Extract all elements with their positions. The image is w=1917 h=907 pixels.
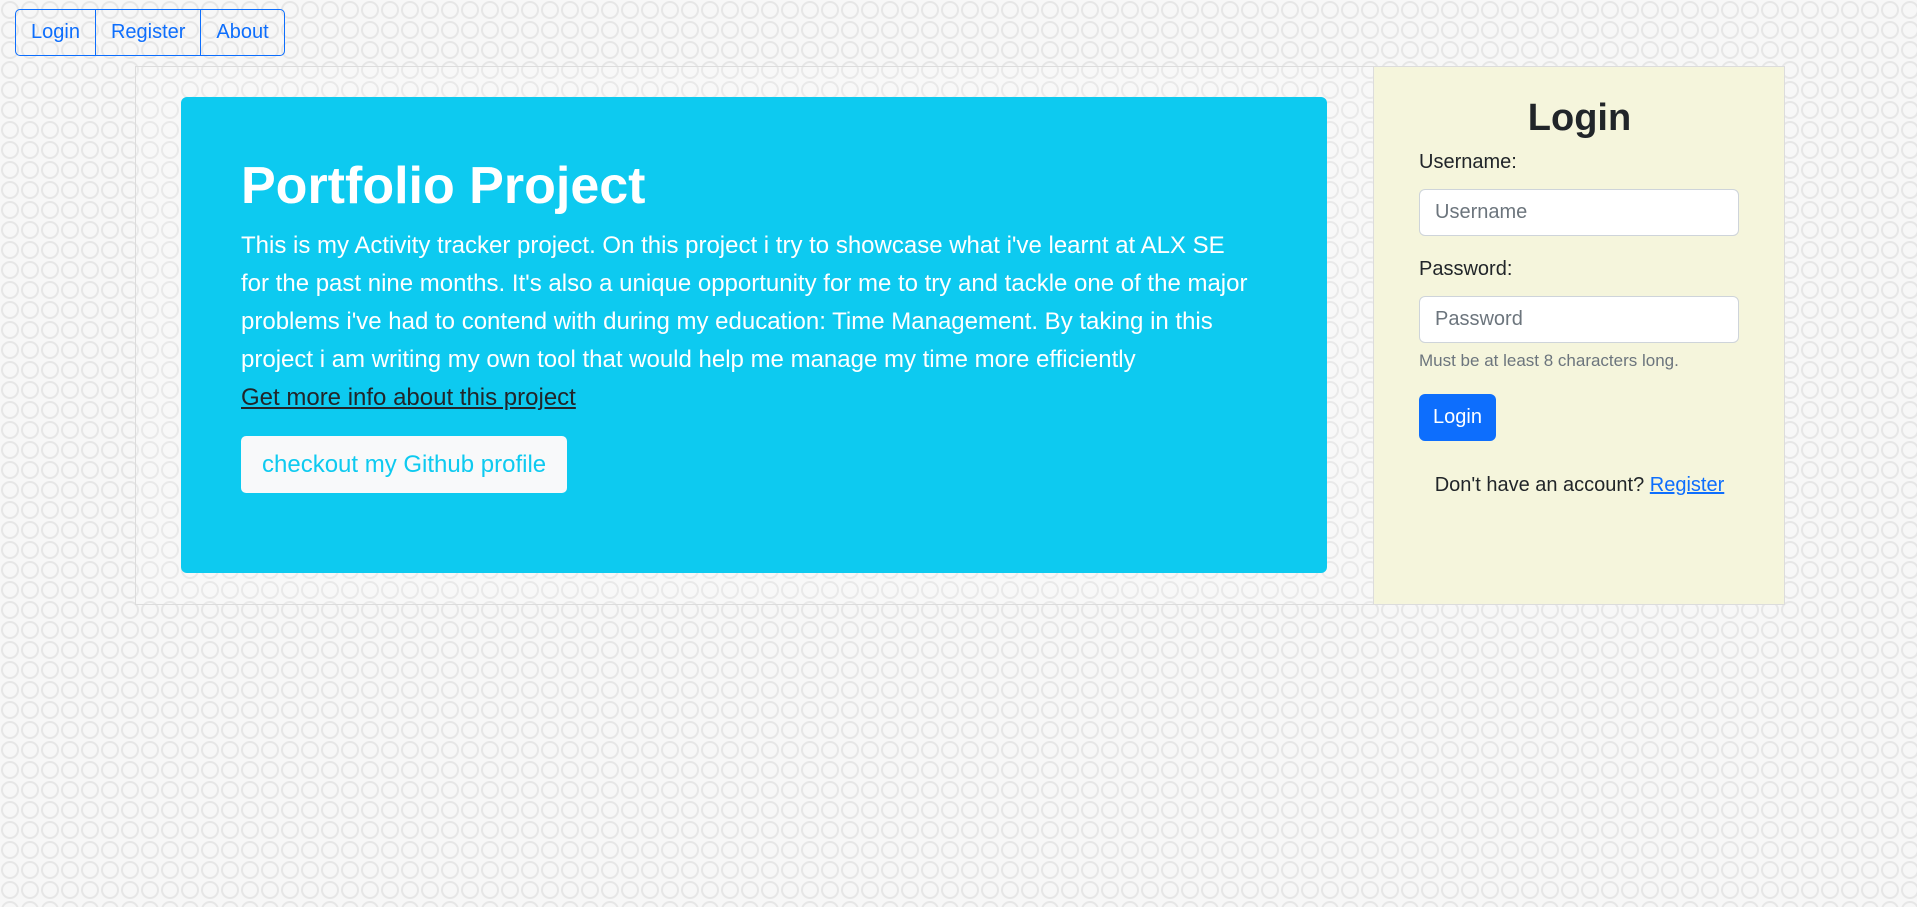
hero-description-text: This is my Activity tracker project. On …: [241, 232, 1248, 374]
login-panel: Login Username: Password: Must be at lea…: [1373, 67, 1784, 604]
project-info-link[interactable]: Get more info about this project: [241, 379, 576, 417]
password-input[interactable]: [1419, 296, 1739, 343]
login-title: Login: [1527, 97, 1632, 139]
username-input[interactable]: [1419, 189, 1739, 236]
top-nav: Login Register About: [15, 9, 285, 56]
nav-about-button[interactable]: About: [200, 10, 283, 55]
login-submit-button[interactable]: Login: [1419, 394, 1496, 441]
hero-title: Portfolio Project: [241, 157, 646, 215]
username-label: Username:: [1419, 151, 1517, 173]
password-help-text: Must be at least 8 characters long.: [1419, 351, 1679, 370]
hero-description: This is my Activity tracker project. On …: [241, 227, 1251, 417]
nav-login-button[interactable]: Login: [16, 10, 95, 55]
register-link[interactable]: Register: [1650, 474, 1724, 496]
register-prompt: Don't have an account? Register: [1374, 474, 1785, 497]
no-account-text: Don't have an account?: [1434, 474, 1645, 496]
github-profile-button[interactable]: checkout my Github profile: [241, 436, 568, 493]
nav-register-button[interactable]: Register: [94, 10, 200, 55]
password-label: Password:: [1419, 258, 1513, 280]
hero-banner: Portfolio Project This is my Activity tr…: [181, 97, 1327, 573]
